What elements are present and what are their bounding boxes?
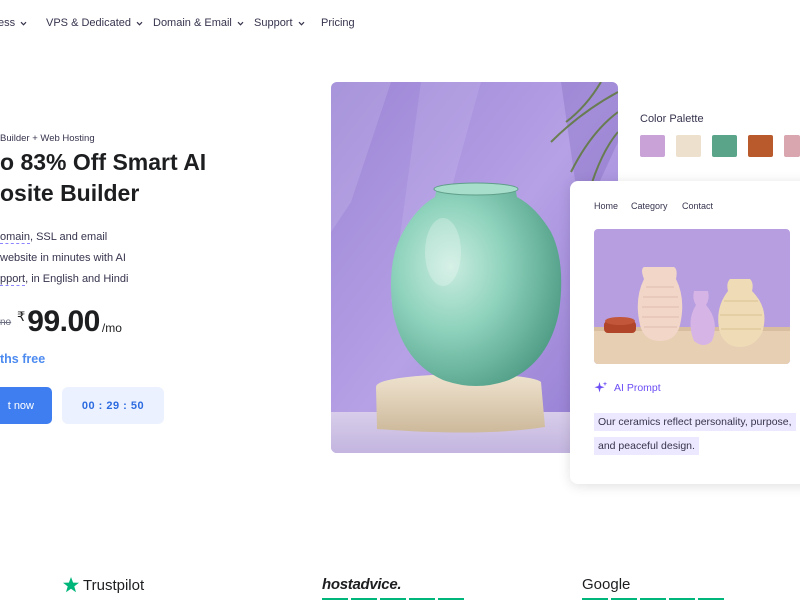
nav-item-vps[interactable]: VPS & Dedicated — [46, 17, 143, 29]
ceramics-image — [594, 229, 790, 364]
google-logo: Google — [582, 576, 631, 593]
ai-prompt-label: AI Prompt — [614, 382, 661, 394]
website-preview-card: Home Category Contact AI Prompt Our cera… — [570, 181, 800, 484]
nav-item-label: Support — [254, 17, 293, 29]
hostadvice-logo: hostadvice. — [322, 576, 402, 593]
headline-line-1: o 83% Off Smart AI — [0, 149, 207, 175]
hero-headline: o 83% Off Smart AI osite Builder — [0, 147, 206, 209]
nav-item-domain-email[interactable]: Domain & Email — [153, 17, 244, 29]
color-swatch[interactable] — [712, 135, 737, 157]
prompt-text-line-1: Our ceramics reflect personality, purpos… — [594, 413, 796, 431]
nav-item-label: ess — [0, 17, 16, 29]
chevron-down-icon — [136, 20, 143, 27]
color-palette-title: Color Palette — [640, 113, 704, 125]
nav-item-label: VPS & Dedicated — [46, 17, 131, 29]
chevron-down-icon — [298, 20, 305, 27]
price-amount: 99.00 — [27, 305, 100, 338]
feature-text: , SSL and email — [29, 231, 108, 243]
feature-link-domain[interactable]: omain — [0, 231, 30, 244]
trustpilot-logo: Trustpilot — [62, 576, 144, 594]
nav-item-label: Domain & Email — [153, 17, 232, 29]
color-swatch[interactable] — [784, 135, 800, 157]
feature-domain: omain, SSL and email — [0, 231, 108, 244]
nav-item-pricing[interactable]: Pricing — [321, 17, 355, 29]
color-swatch[interactable] — [748, 135, 773, 157]
old-price: no — [0, 317, 12, 328]
chevron-down-icon — [237, 20, 244, 27]
ai-prompt[interactable]: AI Prompt — [594, 381, 661, 395]
bonus-months: ths free — [0, 352, 46, 366]
start-now-button[interactable]: t now — [0, 387, 52, 424]
feature-link-support[interactable]: pport — [0, 273, 26, 286]
preview-nav-category[interactable]: Category — [631, 201, 668, 211]
trustpilot-label: Trustpilot — [83, 576, 145, 594]
chevron-down-icon — [20, 20, 27, 27]
preview-nav-home[interactable]: Home — [594, 201, 618, 211]
countdown-timer: 00 : 29 : 50 — [62, 387, 164, 424]
price: ₹ 99.00 /mo — [17, 304, 122, 340]
feature-text: , in English and Hindi — [25, 273, 129, 285]
price-currency: ₹ — [17, 309, 26, 324]
nav-item-business[interactable]: ess — [0, 17, 27, 29]
feature-text: website in minutes with AI — [0, 252, 126, 264]
nav-item-support[interactable]: Support — [254, 17, 305, 29]
prompt-text-line-2: and peaceful design. — [594, 437, 699, 455]
price-period: /mo — [101, 321, 122, 335]
color-swatch[interactable] — [676, 135, 701, 157]
feature-ai: website in minutes with AI — [0, 252, 126, 264]
star-icon — [63, 577, 79, 593]
hero-eyebrow: Builder + Web Hosting — [0, 133, 95, 144]
headline-line-2: osite Builder — [0, 180, 140, 206]
nav-item-label: Pricing — [321, 17, 355, 29]
sparkle-icon — [594, 381, 608, 393]
preview-nav-contact[interactable]: Contact — [682, 201, 713, 211]
feature-support: pport, in English and Hindi — [0, 273, 129, 286]
color-swatch[interactable] — [640, 135, 665, 157]
